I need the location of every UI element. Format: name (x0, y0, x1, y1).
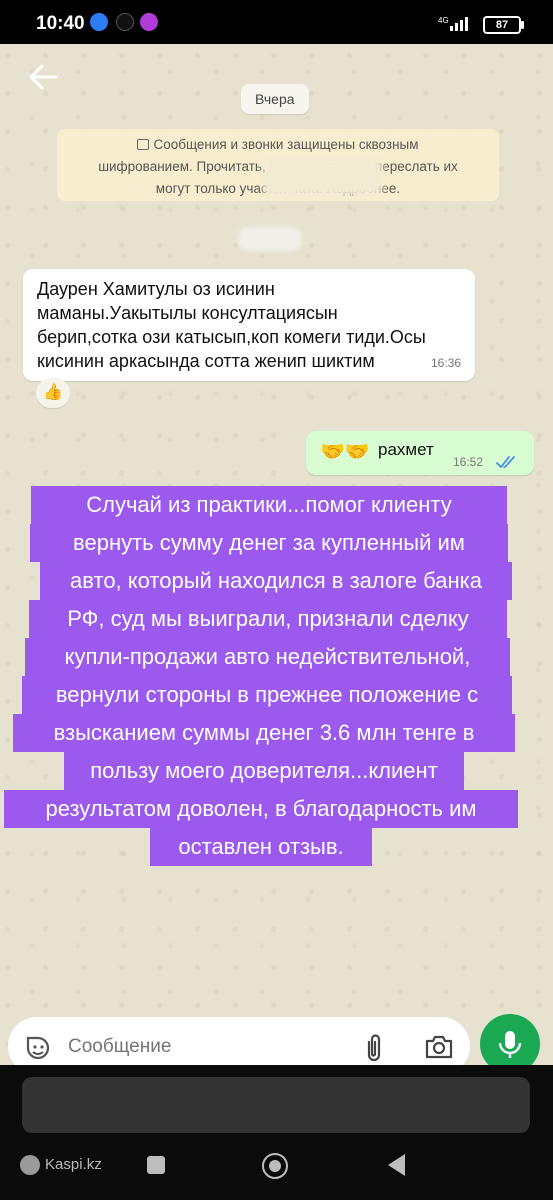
message-time: 16:52 (453, 455, 484, 469)
chat-area[interactable]: Вчера Сообщения и звонки защищены сквозн… (0, 44, 553, 1065)
message-line: Даурен Хамитулы оз исинин (37, 279, 275, 299)
message-line: берип,сотка ози катысып,коп комеги тиди.… (37, 327, 426, 347)
encryption-notice[interactable]: Сообщения и звонки защищены сквозным шиф… (57, 129, 499, 201)
overlay-line: взысканием суммы денег 3.6 млн тенге в (13, 714, 515, 752)
message-line: маманы.Уакытылы консултациясын (37, 303, 338, 323)
battery-indicator: 87 (483, 16, 524, 34)
message-text: рахмет (378, 440, 434, 459)
overlay-line: пользу моего доверителя...клиент (64, 752, 464, 790)
blurred-pill (238, 227, 302, 251)
navigation-area: Kaspi.kz (0, 1065, 553, 1200)
encryption-line-1: Сообщения и звонки защищены сквозным (57, 134, 499, 156)
outgoing-message[interactable]: 🤝🤝 рахмет 16:52 (306, 431, 534, 475)
overlay-line: вернули стороны в прежнее положение с (22, 676, 512, 714)
tiktok-icon (116, 13, 134, 31)
sticker-icon[interactable] (24, 1034, 52, 1062)
back-button[interactable] (388, 1154, 405, 1176)
home-button[interactable] (262, 1153, 288, 1179)
message-time: 16:36 (430, 356, 461, 370)
overlay-line: Случай из практики...помог клиенту (31, 486, 507, 524)
overlay-line: РФ, суд мы выиграли, признали сделку (29, 600, 507, 638)
messenger-icon (90, 13, 108, 31)
overlay-line: авто, который находился в залоге банка (40, 562, 512, 600)
overlay-line: результатом доволен, в благодарность им (4, 790, 518, 828)
double-check-icon (496, 456, 515, 469)
signal-icon: 4G (438, 16, 468, 31)
handshake-emoji: 🤝🤝 (320, 441, 370, 463)
blank-input-area[interactable] (22, 1077, 530, 1133)
overlay-line: оставлен отзыв. (150, 828, 372, 866)
overlay-line: купли-продажи авто недействительной, (25, 638, 510, 676)
thumbs-up-icon[interactable]: 👍 (36, 378, 70, 408)
wildberries-icon (140, 13, 158, 31)
recent-apps-button[interactable] (147, 1156, 165, 1174)
incoming-message[interactable]: Даурен Хамитулы оз исинин маманы.Уакытыл… (23, 269, 475, 381)
status-time: 10:40 (36, 13, 85, 34)
date-separator: Вчера (241, 84, 309, 114)
svg-text:4G: 4G (438, 16, 449, 25)
camera-icon[interactable] (424, 1034, 454, 1060)
kaspi-logo-icon (20, 1155, 40, 1175)
message-line: кисинин аркасында сотта женип шиктим (37, 351, 375, 371)
kaspi-watermark: Kaspi.kz (20, 1155, 102, 1175)
back-arrow-icon[interactable] (26, 60, 60, 94)
lock-icon (137, 139, 150, 150)
paperclip-icon[interactable] (364, 1033, 384, 1063)
message-input[interactable] (66, 1031, 350, 1063)
blurred-region (263, 157, 383, 197)
status-bar: 10:40 4G 87 (0, 0, 553, 44)
overlay-line: вернуть сумму денег за купленный им (30, 524, 508, 562)
